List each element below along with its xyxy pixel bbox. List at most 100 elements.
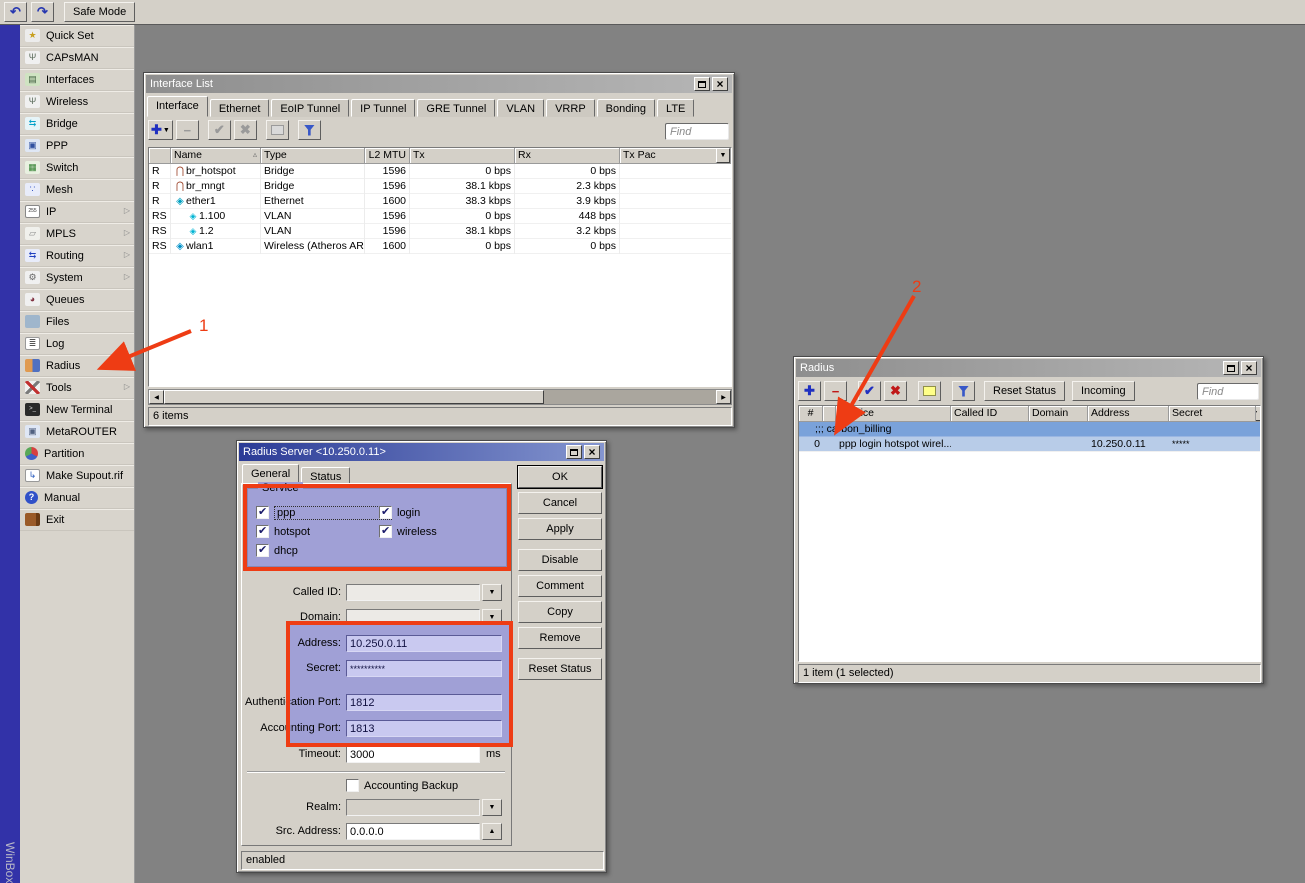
sidebar-item-files[interactable]: Files xyxy=(20,311,134,333)
comment-button[interactable]: Comment xyxy=(518,575,602,597)
add-button[interactable]: ✚▼ xyxy=(148,120,173,140)
maximize-button[interactable] xyxy=(566,445,582,459)
radius-entry-row[interactable]: 0 ppp login hotspot wirel... 10.250.0.11… xyxy=(799,437,1260,452)
column-tx-packet[interactable]: Tx Pac ▼ xyxy=(620,148,731,164)
table-row[interactable]: R br_hotspot Bridge 1596 0 bps 0 bps xyxy=(149,164,731,179)
undo-button[interactable]: ↶ xyxy=(4,2,27,22)
safe-mode-button[interactable]: Safe Mode xyxy=(64,2,135,22)
maximize-button[interactable] xyxy=(694,77,710,91)
secret-input[interactable] xyxy=(346,660,502,677)
ok-button[interactable]: OK xyxy=(518,466,602,488)
filter-button[interactable] xyxy=(298,120,321,140)
column-called-id[interactable]: Called ID xyxy=(951,406,1029,422)
column-selector-button[interactable]: ▼ xyxy=(1256,406,1261,421)
sidebar-item-make-supout[interactable]: Make Supout.rif xyxy=(20,465,134,487)
redo-button[interactable]: ↷ xyxy=(31,2,54,22)
disable-button[interactable]: ✖ xyxy=(884,381,907,401)
column-domain[interactable]: Domain xyxy=(1029,406,1088,422)
tab-lte[interactable]: LTE xyxy=(657,99,694,117)
column-rx[interactable]: Rx xyxy=(515,148,620,164)
maximize-button[interactable] xyxy=(1223,361,1239,375)
comment-button[interactable] xyxy=(918,381,941,401)
table-row[interactable]: RS 1.2 VLAN 1596 38.1 kbps 3.2 kbps xyxy=(149,224,731,239)
realm-dropdown-button[interactable]: ▼ xyxy=(482,799,502,816)
sidebar-item-ip[interactable]: IP xyxy=(20,201,134,223)
scroll-left-button[interactable]: ◀ xyxy=(149,390,164,404)
tab-interface[interactable]: Interface xyxy=(147,96,208,117)
login-checkbox[interactable] xyxy=(379,506,392,519)
column-name[interactable]: Name▵ xyxy=(171,148,261,164)
sidebar-item-switch[interactable]: Switch xyxy=(20,157,134,179)
sidebar-item-new-terminal[interactable]: New Terminal xyxy=(20,399,134,421)
sidebar-item-mesh[interactable]: Mesh xyxy=(20,179,134,201)
sidebar-item-wireless[interactable]: Wireless xyxy=(20,91,134,113)
tab-vlan[interactable]: VLAN xyxy=(497,99,544,117)
column-address[interactable]: Address xyxy=(1088,406,1169,422)
enable-button[interactable]: ✔ xyxy=(208,120,231,140)
enable-button[interactable]: ✔ xyxy=(858,381,881,401)
tab-bonding[interactable]: Bonding xyxy=(597,99,655,117)
scroll-right-button[interactable]: ▶ xyxy=(716,390,731,404)
sidebar-item-quick-set[interactable]: Quick Set xyxy=(20,25,134,47)
table-row[interactable]: RS 1.100 VLAN 1596 0 bps 448 bps xyxy=(149,209,731,224)
add-button[interactable]: ✚ xyxy=(798,381,821,401)
tab-eoip-tunnel[interactable]: EoIP Tunnel xyxy=(271,99,349,117)
column-selector-button[interactable]: ▼ xyxy=(716,148,730,163)
sidebar-item-queues[interactable]: Queues xyxy=(20,289,134,311)
cancel-button[interactable]: Cancel xyxy=(518,492,602,514)
tab-vrrp[interactable]: VRRP xyxy=(546,99,595,117)
table-row[interactable]: RS wlan1 Wireless (Atheros AR9... 1600 0… xyxy=(149,239,731,254)
accounting-backup-checkbox[interactable] xyxy=(346,779,359,792)
sidebar-item-partition[interactable]: Partition xyxy=(20,443,134,465)
sidebar-item-ppp[interactable]: PPP xyxy=(20,135,134,157)
src-address-input[interactable] xyxy=(346,823,480,840)
find-input[interactable] xyxy=(665,123,729,140)
sidebar-item-bridge[interactable]: Bridge xyxy=(20,113,134,135)
radius-window-titlebar[interactable]: Radius × xyxy=(796,359,1261,377)
find-input[interactable] xyxy=(1197,383,1259,400)
authentication-port-input[interactable] xyxy=(346,694,502,711)
radius-server-titlebar[interactable]: Radius Server <10.250.0.11> × xyxy=(239,443,604,461)
column-type[interactable]: Type xyxy=(261,148,365,164)
sidebar-item-exit[interactable]: Exit xyxy=(20,509,134,531)
tab-gre-tunnel[interactable]: GRE Tunnel xyxy=(417,99,495,117)
reset-status-button[interactable]: Reset Status xyxy=(518,658,602,680)
remove-button[interactable]: − xyxy=(824,381,847,401)
tab-ethernet[interactable]: Ethernet xyxy=(210,99,270,117)
sidebar-item-mpls[interactable]: MPLS xyxy=(20,223,134,245)
close-button[interactable]: × xyxy=(1241,361,1257,375)
sidebar-item-metarouter[interactable]: MetaROUTER xyxy=(20,421,134,443)
column-l2mtu[interactable]: L2 MTU xyxy=(365,148,410,164)
column-flags[interactable] xyxy=(149,148,171,164)
dhcp-checkbox[interactable] xyxy=(256,544,269,557)
scrollbar-track[interactable] xyxy=(544,390,716,404)
sidebar-item-system[interactable]: System xyxy=(20,267,134,289)
comment-button[interactable] xyxy=(266,120,289,140)
table-row[interactable]: R ether1 Ethernet 1600 38.3 kbps 3.9 kbp… xyxy=(149,194,731,209)
domain-dropdown-button[interactable]: ▼ xyxy=(482,609,502,626)
sidebar-item-radius[interactable]: Radius xyxy=(20,355,134,377)
timeout-input[interactable] xyxy=(346,746,480,763)
column-flags[interactable] xyxy=(823,406,836,422)
sidebar-item-routing[interactable]: Routing xyxy=(20,245,134,267)
disable-button[interactable]: ✖ xyxy=(234,120,257,140)
domain-input[interactable] xyxy=(346,609,480,626)
called-id-input[interactable] xyxy=(346,584,480,601)
column-number[interactable]: # xyxy=(799,406,823,422)
sidebar-item-log[interactable]: Log xyxy=(20,333,134,355)
filter-button[interactable] xyxy=(952,381,975,401)
accounting-port-input[interactable] xyxy=(346,720,502,737)
ppp-checkbox[interactable] xyxy=(256,506,269,519)
tab-ip-tunnel[interactable]: IP Tunnel xyxy=(351,99,415,117)
incoming-button[interactable]: Incoming xyxy=(1072,381,1135,401)
sidebar-item-capsman[interactable]: CAPsMAN xyxy=(20,47,134,69)
remove-button[interactable]: − xyxy=(176,120,199,140)
close-button[interactable]: × xyxy=(712,77,728,91)
sidebar-item-interfaces[interactable]: Interfaces xyxy=(20,69,134,91)
reset-status-button[interactable]: Reset Status xyxy=(984,381,1065,401)
interface-list-titlebar[interactable]: Interface List × xyxy=(146,75,732,93)
realm-input[interactable] xyxy=(346,799,480,816)
horizontal-scrollbar[interactable]: ◀ ▶ xyxy=(148,389,732,405)
called-id-dropdown-button[interactable]: ▼ xyxy=(482,584,502,601)
copy-button[interactable]: Copy xyxy=(518,601,602,623)
